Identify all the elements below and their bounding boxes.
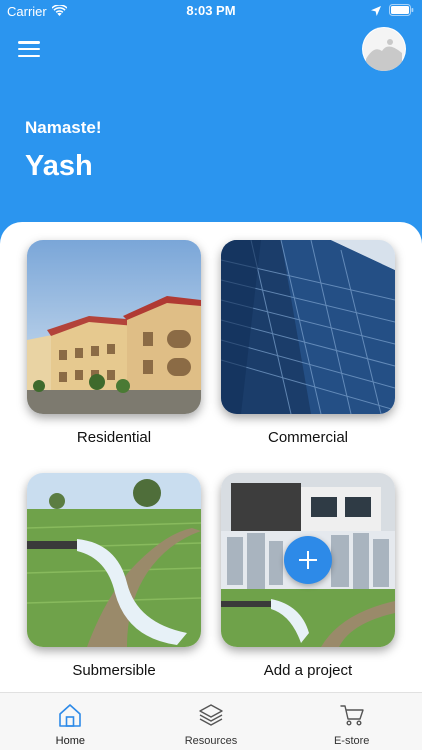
hamburger-menu-icon[interactable] bbox=[18, 40, 40, 58]
layers-icon bbox=[198, 702, 224, 733]
avatar[interactable] bbox=[362, 27, 406, 71]
tab-home[interactable]: Home bbox=[0, 693, 141, 750]
card-label-commercial: Commercial bbox=[267, 429, 348, 446]
greeting-text: Namaste! bbox=[25, 118, 102, 137]
water-pipe-field-photo bbox=[27, 473, 201, 647]
status-time: 8:03 PM bbox=[186, 3, 236, 18]
project-grid: Residential Commercial Submersible Add a… bbox=[0, 222, 422, 692]
battery-icon bbox=[389, 4, 414, 19]
menu-line bbox=[18, 54, 40, 57]
plus-icon[interactable] bbox=[284, 536, 332, 584]
menu-line bbox=[18, 47, 40, 51]
card-label-submersible: Submersible bbox=[72, 662, 156, 679]
home-icon bbox=[57, 702, 83, 733]
add-project-collage-photo bbox=[221, 473, 395, 647]
location-arrow-icon bbox=[371, 4, 381, 19]
tab-label-home: Home bbox=[55, 735, 85, 747]
card-commercial[interactable]: Commercial bbox=[221, 240, 395, 446]
tab-label-resources: Resources bbox=[184, 735, 238, 747]
tab-estore[interactable]: E-store bbox=[281, 693, 422, 750]
card-residential[interactable]: Residential bbox=[27, 240, 201, 446]
tab-bar: Home Resources E-store bbox=[0, 692, 422, 750]
tab-resources[interactable]: Resources bbox=[141, 693, 282, 750]
card-label-add-project: Add a project bbox=[263, 662, 353, 679]
user-name: Yash bbox=[25, 150, 93, 182]
card-label-residential: Residential bbox=[76, 429, 152, 446]
glass-skyscraper-photo bbox=[221, 240, 395, 414]
card-add-project[interactable]: Add a project bbox=[221, 473, 395, 679]
residential-buildings-photo bbox=[27, 240, 201, 414]
status-right bbox=[371, 4, 414, 19]
menu-line bbox=[18, 41, 40, 44]
tab-label-estore: E-store bbox=[333, 735, 370, 747]
card-submersible[interactable]: Submersible bbox=[27, 473, 201, 679]
status-bar: Carrier 8:03 PM bbox=[0, 0, 422, 22]
cart-icon bbox=[339, 702, 365, 733]
